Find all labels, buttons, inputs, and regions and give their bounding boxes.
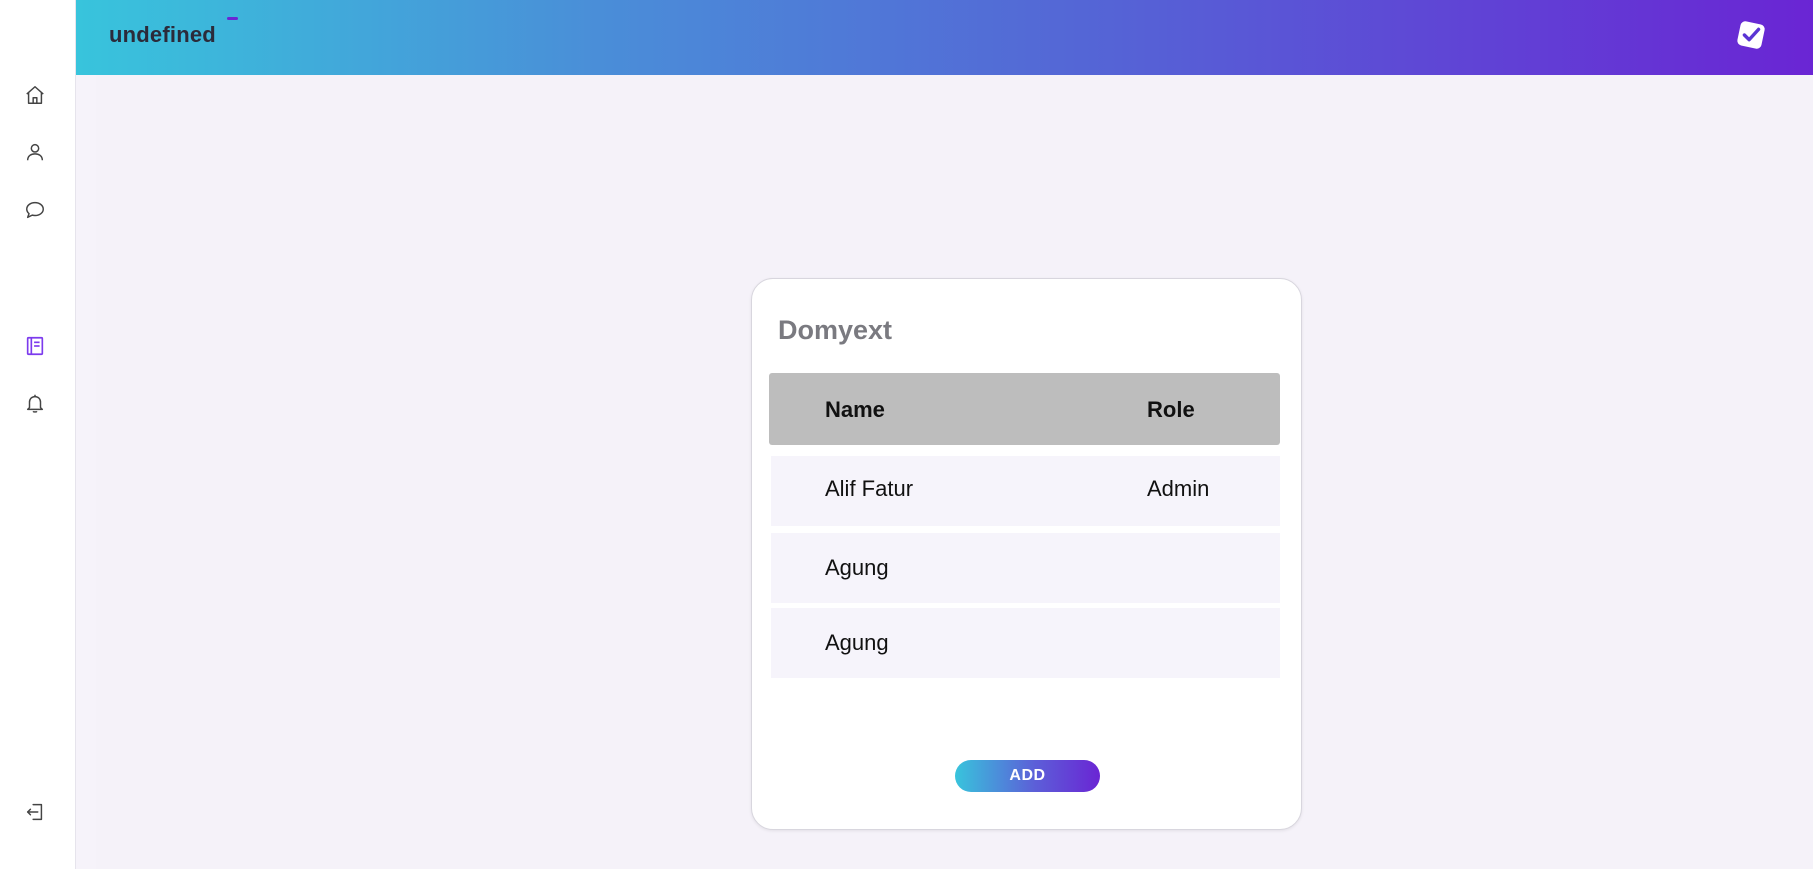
brand-accent-mark [227, 17, 238, 20]
chat-bubble-icon [26, 201, 44, 219]
table-header: Name Role [769, 373, 1280, 445]
add-button[interactable]: ADD [955, 760, 1100, 792]
sidebar [0, 0, 76, 869]
home-icon [26, 86, 44, 104]
brand-name: undefined [109, 22, 216, 47]
table-row[interactable]: Alif Fatur Admin [771, 456, 1280, 526]
app-root: undefined Domyext Name Role Alif Fatur A… [0, 0, 1813, 869]
sidebar-item-home[interactable] [18, 78, 52, 112]
check-badge-icon [1737, 21, 1765, 49]
main-content: Domyext Name Role Alif Fatur Admin Agung… [76, 75, 1813, 869]
sidebar-item-notes[interactable] [18, 329, 52, 363]
header-logo-button[interactable] [1733, 17, 1769, 53]
cell-role: Admin [1147, 476, 1210, 501]
sidebar-item-chat[interactable] [18, 193, 52, 227]
cell-name: Agung [825, 630, 889, 655]
logout-icon [26, 803, 43, 821]
user-icon [26, 143, 44, 161]
sidebar-item-profile[interactable] [18, 135, 52, 169]
top-header: undefined [76, 0, 1813, 75]
sidebar-item-notifications[interactable] [18, 386, 52, 420]
column-header-name: Name [825, 397, 885, 422]
table-row[interactable]: Agung [771, 608, 1280, 678]
bell-icon [26, 394, 44, 413]
column-header-role: Role [1147, 397, 1195, 422]
notebook-icon [26, 336, 44, 356]
cell-name: Alif Fatur [825, 476, 914, 501]
table-row[interactable]: Agung [771, 533, 1280, 603]
sidebar-item-logout[interactable] [18, 795, 52, 829]
cell-name: Agung [825, 555, 889, 580]
card-title: Domyext [778, 315, 893, 345]
users-card: Domyext Name Role Alif Fatur Admin Agung… [751, 278, 1302, 830]
